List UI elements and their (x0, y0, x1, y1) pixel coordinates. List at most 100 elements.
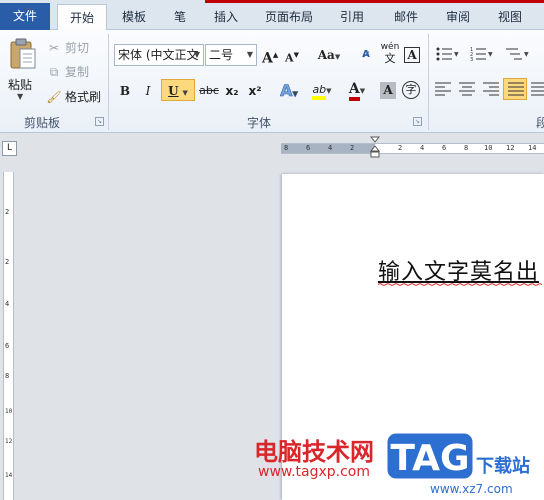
align-left-icon[interactable] (435, 82, 451, 96)
subscript-button[interactable]: x₂ (223, 80, 241, 102)
cut-label: 剪切 (65, 41, 90, 55)
ruler-tick-label: 6 (306, 144, 311, 152)
ribbon-home: 粘贴 ▼ ✂ 剪切 ⧉ 复制 🖌 格式刷 剪贴板 ↘ 宋体 (中文正文 ▼ 二号 ▼ (0, 30, 544, 133)
font-dialog-launcher-icon[interactable]: ↘ (413, 117, 422, 126)
chevron-down-icon: ▼ (182, 89, 188, 97)
numbering-icon[interactable]: 1 2 3 ▼ (470, 46, 494, 62)
tab-pen[interactable]: 笔 (162, 4, 198, 30)
tab-file[interactable]: 文件 (0, 3, 50, 30)
tab-review[interactable]: 审阅 (436, 4, 480, 30)
change-case-icon: Aa (317, 48, 335, 62)
underline-button[interactable]: U ▼ (161, 79, 195, 101)
distributed-icon[interactable] (531, 82, 544, 96)
word-window: 文件 开始 模板 笔 插入 页面布局 引用 邮件 审阅 视图 粘贴 ▼ ✂ 剪切 (0, 0, 544, 500)
copy-label: 复制 (65, 65, 90, 79)
tab-selector-button[interactable]: L (2, 141, 17, 156)
tab-template[interactable]: 模板 (112, 4, 156, 30)
chevron-down-icon: ▼ (246, 50, 254, 59)
ruler-tick-label: 8 (284, 144, 289, 152)
strikethrough-button[interactable]: abc (198, 80, 220, 102)
shrink-font-button[interactable]: A▼ (284, 44, 300, 66)
svg-text:3: 3 (470, 57, 473, 62)
copy-icon: ⧉ (49, 65, 59, 79)
align-right-icon[interactable] (483, 82, 499, 96)
phonetic-guide-button[interactable]: wén 文 (380, 42, 400, 64)
ruler-tick-label: 14 (5, 472, 13, 479)
tab-page-layout[interactable]: 页面布局 (256, 4, 322, 30)
superscript-button[interactable]: x² (246, 80, 264, 102)
justify-button[interactable] (503, 78, 527, 100)
format-painter-label: 格式刷 (65, 90, 102, 104)
grow-font-button[interactable]: A▲ (262, 44, 278, 67)
enclose-characters-button[interactable]: 字 (402, 81, 420, 99)
format-painter-button[interactable]: 🖌 格式刷 (46, 87, 101, 107)
ruler-tick-label: 6 (442, 144, 447, 152)
underline-icon: U (168, 84, 179, 98)
justify-icon (508, 82, 524, 96)
font-group-label: 字体 (247, 116, 272, 130)
font-name-select[interactable]: 宋体 (中文正文 ▼ (114, 44, 204, 66)
character-border-button[interactable]: A (404, 47, 420, 63)
paintbrush-icon: 🖌 (46, 90, 62, 104)
group-divider (428, 34, 429, 130)
tab-mailings[interactable]: 邮件 (384, 4, 428, 30)
group-divider (108, 34, 109, 130)
font-size-value: 二号 (209, 48, 234, 62)
tab-references[interactable]: 引用 (330, 4, 374, 30)
change-case-button[interactable]: Aa▼ (316, 44, 342, 66)
align-center-icon[interactable] (459, 82, 475, 96)
grow-font-icon: A (262, 50, 273, 67)
highlighter-icon: ab (312, 83, 327, 100)
ruler-tick-label: 4 (5, 300, 10, 308)
ruler-tick-label: 12 (5, 438, 13, 445)
bullets-icon[interactable]: ▼ (436, 46, 460, 62)
highlight-button[interactable]: ab▼ (307, 78, 337, 100)
font-size-select[interactable]: 二号 ▼ (205, 44, 257, 66)
horizontal-ruler[interactable]: 8 6 4 2 2 4 6 8 10 12 14 (281, 143, 544, 154)
svg-text:▼: ▼ (524, 51, 529, 58)
svg-text:▼: ▼ (488, 51, 493, 58)
ruler-tick-label: 8 (464, 144, 469, 152)
svg-text:▼: ▼ (454, 51, 459, 58)
shrink-font-icon: A (285, 51, 294, 65)
tag-logo-icon: TAG (384, 430, 476, 482)
ruler-tick-label: 2 (350, 144, 355, 152)
indent-marker-icon[interactable] (370, 136, 380, 158)
clipboard-dialog-launcher-icon[interactable]: ↘ (95, 117, 104, 126)
ruler-tick-label: 14 (528, 144, 537, 152)
ruler-tick-label: 2 (398, 144, 403, 152)
bold-button[interactable]: B (117, 80, 133, 102)
ruler-tick-label: 8 (5, 372, 10, 380)
character-shading-button[interactable]: A (380, 82, 396, 99)
spellcheck-squiggle (378, 283, 543, 286)
multilevel-list-icon[interactable]: ▼ (504, 46, 530, 62)
watermark-site2-name: 下载站 (476, 456, 530, 477)
font-color-button[interactable]: A▼ (342, 78, 372, 101)
tab-home[interactable]: 开始 (57, 4, 107, 31)
clipboard-group-label: 剪贴板 (24, 116, 61, 130)
cut-button[interactable]: ✂ 剪切 (46, 38, 89, 58)
title-accent-line (205, 0, 544, 3)
tab-view[interactable]: 视图 (488, 4, 532, 30)
paste-dropdown-icon[interactable]: ▼ (17, 92, 23, 101)
document-text[interactable]: 输入文字莫名出 (378, 254, 539, 286)
paste-icon[interactable] (9, 37, 37, 71)
paragraph-group-label: 段 (536, 116, 544, 130)
watermark-site-url: www.tagxp.com (258, 464, 370, 480)
vertical-ruler[interactable]: 2 2 4 6 8 10 12 14 (3, 172, 14, 500)
text-effects-button[interactable]: A▼ (277, 80, 301, 102)
tab-insert[interactable]: 插入 (204, 4, 248, 30)
clear-formatting-icon[interactable]: A̷ (357, 44, 375, 66)
watermark-site2-url: www.xz7.com (430, 482, 513, 496)
document-text-content: 输入文字莫名出 (378, 260, 540, 285)
ruler-tick-label: 10 (484, 144, 493, 152)
font-color-icon: A (348, 81, 360, 101)
watermark-site-name: 电脑技术网 (254, 438, 374, 466)
italic-button[interactable]: I (140, 80, 156, 102)
ruler-tick-label: 2 (5, 208, 10, 216)
text-effects-icon: A (280, 81, 293, 101)
tag-logo-text: TAG (390, 438, 469, 479)
copy-button[interactable]: ⧉ 复制 (46, 62, 89, 82)
paste-button[interactable]: 粘贴 (8, 76, 32, 93)
scissors-icon: ✂ (48, 41, 60, 55)
